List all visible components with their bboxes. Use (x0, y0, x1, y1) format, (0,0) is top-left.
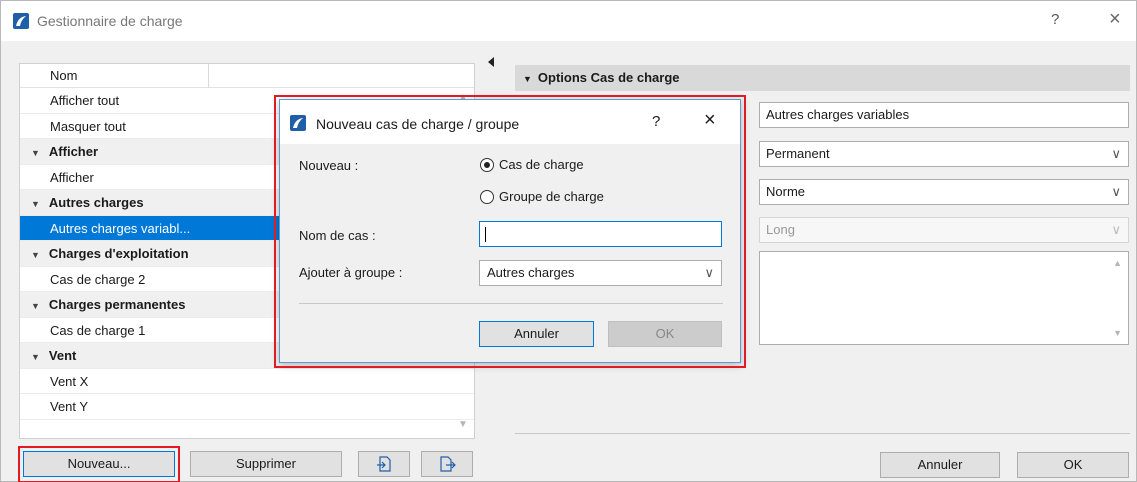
delete-button[interactable]: Supprimer (190, 451, 342, 477)
help-icon[interactable]: ? (1051, 11, 1059, 28)
import-button[interactable] (358, 451, 410, 477)
divider (515, 433, 1130, 434)
column-divider[interactable] (208, 64, 209, 88)
chevron-down-icon[interactable]: ▼ (31, 294, 40, 320)
chevron-down-icon: ▼ (523, 74, 532, 84)
chevron-down-icon[interactable]: ▼ (31, 345, 40, 371)
options-header-label: Options Cas de charge (537, 70, 680, 85)
list-item[interactable]: Vent Y (20, 394, 474, 420)
ok-button[interactable]: OK (1017, 452, 1129, 478)
app-icon (13, 13, 29, 29)
list-item[interactable]: Vent X (20, 369, 474, 394)
dialog-highlight (274, 95, 746, 368)
load-type-select[interactable]: Permanent ∨ (759, 141, 1129, 167)
chevron-down-icon: ∨ (1111, 222, 1121, 237)
cancel-button[interactable]: Annuler (880, 452, 1000, 478)
list-item-label: Charges permanentes (48, 297, 186, 312)
duration-value: Long (766, 222, 795, 237)
new-button-highlight (18, 446, 180, 482)
chevron-down-icon: ∨ (1111, 146, 1121, 161)
scroll-down-icon[interactable]: ▼ (458, 419, 468, 430)
export-icon (440, 456, 456, 472)
list-item-label: Autres charges variabl... (50, 220, 191, 236)
list-item-label: Cas de charge 2 (50, 271, 146, 287)
list-item-label: Autres charges (48, 195, 144, 210)
load-case-options-header[interactable]: ▼ Options Cas de charge (515, 65, 1130, 91)
description-textarea[interactable]: ▲ ▼ (759, 251, 1129, 345)
chevron-down-icon: ∨ (1111, 184, 1121, 199)
list-item-label: Afficher (48, 144, 99, 159)
load-case-name-field[interactable]: Autres charges variables (759, 102, 1129, 128)
collapse-panel-icon[interactable] (488, 57, 494, 67)
chevron-down-icon[interactable]: ▼ (31, 243, 40, 269)
list-item-label: Masquer tout (50, 118, 126, 134)
export-button[interactable] (421, 451, 473, 477)
close-icon[interactable]: × (1109, 8, 1121, 31)
norm-value: Norme (766, 184, 806, 199)
list-column-header: Nom (20, 64, 474, 88)
list-item-label: Vent Y (50, 399, 89, 414)
list-item-label: Afficher (50, 169, 94, 185)
column-name-label[interactable]: Nom (50, 68, 77, 83)
window-title: Gestionnaire de charge (37, 13, 183, 29)
load-case-name-value: Autres charges variables (766, 107, 910, 122)
list-item-label: Vent (48, 348, 77, 363)
import-icon (377, 456, 391, 472)
chevron-down-icon[interactable]: ▼ (31, 192, 40, 218)
title-bar: Gestionnaire de charge ? × (1, 1, 1136, 41)
list-item-label: Charges d'exploitation (48, 246, 189, 261)
norm-select[interactable]: Norme ∨ (759, 179, 1129, 205)
scroll-down-icon[interactable]: ▼ (1113, 328, 1122, 338)
load-type-value: Permanent (766, 146, 830, 161)
list-item-label: Cas de charge 1 (50, 322, 146, 338)
scroll-up-icon[interactable]: ▲ (1113, 258, 1122, 268)
chevron-down-icon[interactable]: ▼ (31, 141, 40, 167)
list-item-label: Vent X (50, 373, 89, 389)
duration-select: Long ∨ (759, 217, 1129, 243)
list-item-label: Afficher tout (50, 93, 120, 108)
